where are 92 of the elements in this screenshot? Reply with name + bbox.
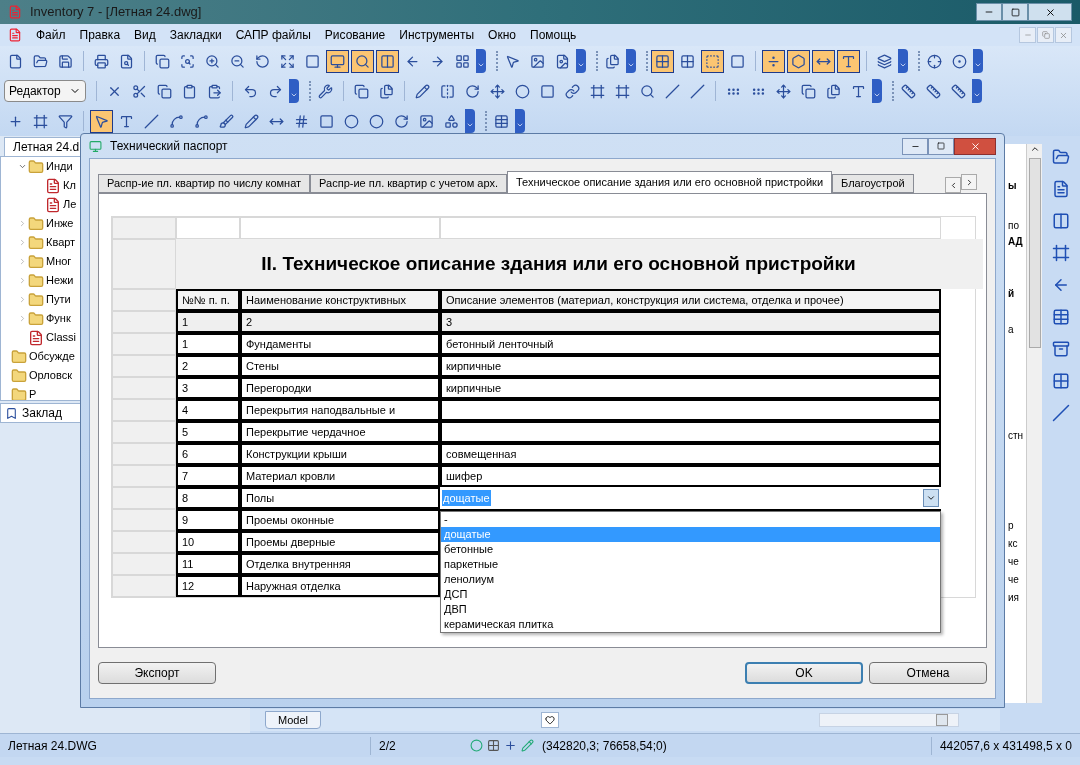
table-cell: Перекрытия наподвальные и — [240, 399, 440, 421]
tree-item[interactable]: Инди — [46, 158, 73, 175]
table-title: II. Техническое описание здания или его основной пристройки — [261, 251, 856, 276]
tree-item[interactable]: Ле — [63, 196, 77, 213]
panel-text: че — [1008, 573, 1020, 587]
dropdown-option[interactable]: паркетные — [441, 557, 940, 572]
table-cell: 8 — [176, 487, 240, 509]
table-cell: 3 — [440, 311, 941, 333]
table-cell: Перегородки — [240, 377, 440, 399]
combo-value: дощатые — [442, 489, 491, 507]
status-coordinates: (342820,3; 76658,54;0) — [542, 737, 668, 755]
panel-text: й — [1008, 287, 1016, 301]
tree-item[interactable]: Мног — [46, 253, 72, 270]
table-cell: 4 — [176, 399, 240, 421]
table-cell: Проемы оконные — [240, 509, 440, 531]
table-cell: Отделка внутренняя — [240, 553, 440, 575]
window-title: Inventory 7 - [Летная 24.dwg] — [30, 3, 202, 22]
table-cell: 1 — [176, 333, 240, 355]
table-cell: Полы — [240, 487, 440, 509]
menu-item[interactable]: САПР файлы — [235, 26, 311, 44]
status-page: 2/2 — [370, 736, 470, 755]
table-cell: 3 — [176, 377, 240, 399]
column-header: Наименование конструктивных — [240, 289, 440, 311]
menu-item[interactable]: Рисование — [324, 26, 386, 44]
table-cell: шифер — [440, 465, 941, 487]
table-cell: 7 — [176, 465, 240, 487]
tree-item[interactable]: Classi — [46, 329, 76, 346]
tree-item[interactable]: Пути — [46, 291, 71, 308]
dialog-tab[interactable]: Техническое описание здания или его основной пристройки — [507, 171, 833, 193]
menu-item[interactable]: Файл — [36, 26, 66, 44]
dialog-tab[interactable]: Благоустрой — [832, 174, 914, 193]
table-cell: Конструкции крыши — [240, 443, 440, 465]
tree-item[interactable]: Нежи — [46, 272, 74, 289]
table-cell: 12 — [176, 575, 240, 597]
table-cell: Фундаменты — [240, 333, 440, 355]
status-file: Летная 24.DWG — [7, 737, 98, 755]
table-cell: Материал кровли — [240, 465, 440, 487]
table-cell: 9 — [176, 509, 240, 531]
menu-item[interactable]: Помощь — [530, 26, 577, 44]
tree-item[interactable]: Кварт — [46, 234, 76, 251]
table-cell: 2 — [176, 355, 240, 377]
table-cell: 11 — [176, 553, 240, 575]
table-cell: совмещенная — [440, 443, 941, 465]
panel-text: ия — [1008, 591, 1020, 605]
table-cell: Наружная отделка — [240, 575, 440, 597]
menu-item[interactable]: Правка — [79, 26, 121, 44]
dropdown-option[interactable]: ДСП — [441, 587, 940, 602]
tree-item[interactable]: Орловск — [29, 367, 72, 384]
dialog-button[interactable]: Экспорт — [98, 662, 216, 684]
table-cell: 1 — [176, 311, 240, 333]
menu-item[interactable]: Вид — [134, 26, 156, 44]
tree-item[interactable]: Кл — [63, 177, 76, 194]
panel-text: а — [1008, 323, 1015, 337]
dialog-button[interactable]: OK — [745, 662, 863, 684]
dialog-tab[interactable]: Распр-ие пл. квартир с учетом арх. — [310, 174, 507, 193]
table-cell: 2 — [240, 311, 440, 333]
dropdown-option[interactable]: бетонные — [441, 542, 940, 557]
column-header: №№ п. п. — [176, 289, 240, 311]
model-tab[interactable]: Model — [265, 710, 321, 730]
panel-text: по — [1008, 219, 1020, 233]
tree-item[interactable]: Инже — [46, 215, 74, 232]
table-cell: кирпичные — [440, 355, 941, 377]
status-size: 442057,6 x 431498,5 x 0 — [930, 736, 1080, 755]
dialog-title: Технический паспорт — [110, 138, 228, 155]
dropdown-option[interactable]: керамическая плитка — [441, 617, 940, 632]
menu-item[interactable]: Окно — [488, 26, 516, 44]
column-header: Описание элементов (материал, конструкция или система, отделка и прочее) — [440, 289, 941, 311]
panel-text: АД — [1008, 235, 1024, 249]
mode-dropdown[interactable]: Редактор — [4, 80, 86, 102]
table-cell: 6 — [176, 443, 240, 465]
dialog-tab[interactable]: Распр-ие пл. квартир по числу комнат — [98, 174, 311, 193]
tree-item[interactable]: Р — [29, 386, 37, 400]
menu-item[interactable]: Инструменты — [399, 26, 475, 44]
dropdown-option[interactable]: ленолиум — [441, 572, 940, 587]
panel-text: че — [1008, 555, 1020, 569]
panel-text: р — [1008, 519, 1015, 533]
tree-item[interactable]: Функ — [46, 310, 71, 327]
tree-item[interactable]: Обсужде — [29, 348, 75, 365]
table-cell: кирпичные — [440, 377, 941, 399]
table-cell: 5 — [176, 421, 240, 443]
dropdown-option[interactable]: ДВП — [441, 602, 940, 617]
panel-text: кс — [1008, 537, 1019, 551]
table-cell: 10 — [176, 531, 240, 553]
table-cell: Перекрытие чердачное — [240, 421, 440, 443]
table-cell: Стены — [240, 355, 440, 377]
table-cell: Проемы дверные — [240, 531, 440, 553]
bookmarks-tab[interactable]: Заклад — [22, 404, 62, 422]
panel-text: стн — [1008, 429, 1025, 443]
panel-text: ы — [1008, 179, 1018, 193]
menu-item[interactable]: Закладки — [169, 26, 222, 44]
dialog-button[interactable]: Отмена — [869, 662, 987, 684]
table-cell: бетонный ленточный — [440, 333, 941, 355]
